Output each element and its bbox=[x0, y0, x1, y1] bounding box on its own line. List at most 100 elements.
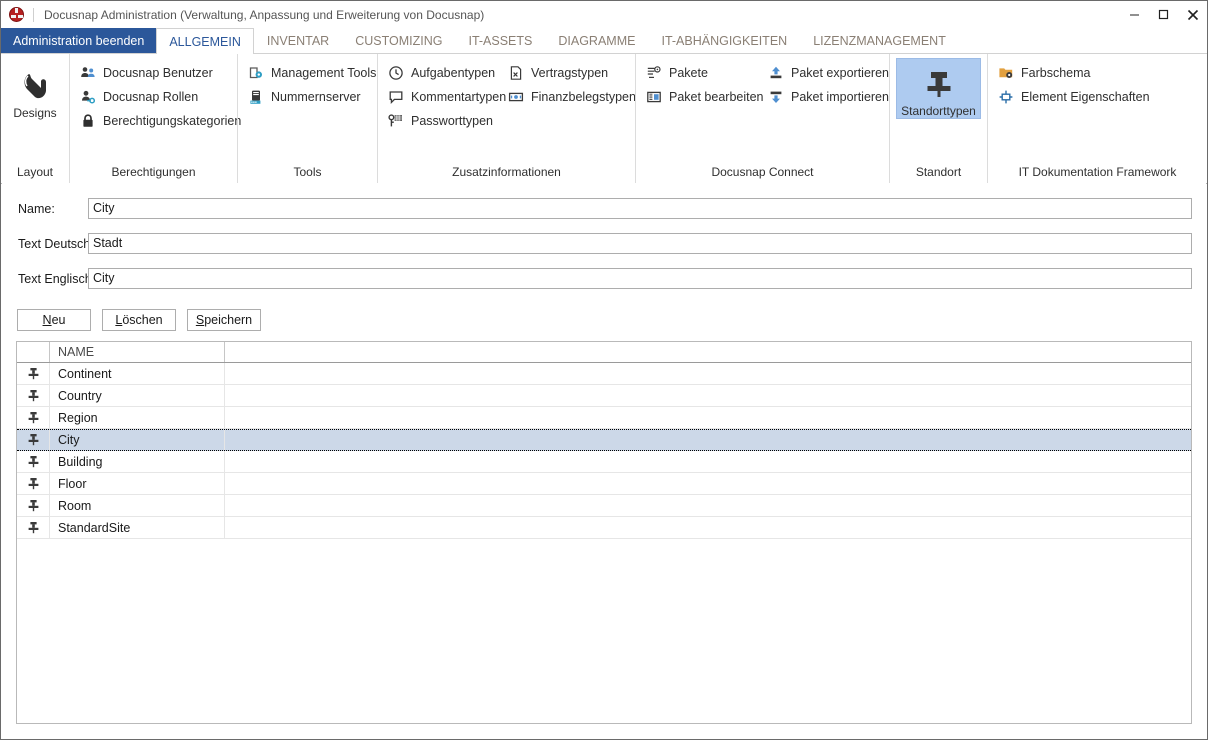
text-englisch-input[interactable] bbox=[88, 268, 1192, 289]
docusnap-benutzer-button[interactable]: Docusnap Benutzer bbox=[76, 61, 247, 85]
tab-customizing[interactable]: CUSTOMIZING bbox=[342, 28, 455, 53]
farbschema-button[interactable]: Farbschema bbox=[994, 61, 1156, 85]
aufgabentypen-button[interactable]: Aufgabentypen bbox=[384, 61, 504, 85]
loeschen-label-rest: öschen bbox=[122, 313, 163, 327]
tab-inventar[interactable]: INVENTAR bbox=[254, 28, 342, 53]
row-blank-cell bbox=[225, 407, 1191, 428]
user-key-icon bbox=[79, 88, 97, 106]
table-row[interactable]: Continent bbox=[17, 363, 1191, 385]
row-pushpin-icon bbox=[17, 407, 50, 428]
comment-icon bbox=[387, 88, 405, 106]
loeschen-button[interactable]: Löschen bbox=[102, 309, 176, 331]
ribbon-group-it-dokumentation-framework-label: IT Dokumentation Framework bbox=[1018, 165, 1177, 179]
row-name-cell: Country bbox=[50, 385, 225, 406]
tab-diagramme[interactable]: DIAGRAMME bbox=[545, 28, 648, 53]
contract-document-icon bbox=[507, 64, 525, 82]
tab-it-assets[interactable]: IT-ASSETS bbox=[455, 28, 545, 53]
tab-administration-beenden[interactable]: Administration beenden bbox=[1, 28, 157, 53]
number-server-icon bbox=[247, 88, 265, 106]
table-row[interactable]: Room bbox=[17, 495, 1191, 517]
grid-header-blank[interactable] bbox=[225, 342, 1191, 362]
row-blank-cell bbox=[225, 451, 1191, 472]
standorttypen-button[interactable]: Standorttypen bbox=[896, 58, 981, 119]
neu-button[interactable]: Neu bbox=[17, 309, 91, 331]
row-pushpin-icon bbox=[17, 430, 50, 450]
table-row[interactable]: StandardSite bbox=[17, 517, 1191, 539]
paket-exportieren-label: Paket exportieren bbox=[791, 66, 889, 80]
paket-bearbeiten-button[interactable]: Paket bearbeiten bbox=[642, 85, 764, 109]
passworttypen-label: Passworttypen bbox=[411, 114, 493, 128]
grid-header-indicator[interactable] bbox=[17, 342, 50, 362]
passworttypen-button[interactable]: Passworttypen bbox=[384, 109, 504, 133]
ribbon-group-it-dokumentation-framework: Farbschema Element Eigenschaften IT Doku… bbox=[987, 54, 1207, 183]
nummernserver-label: Nummernserver bbox=[271, 90, 361, 104]
speichern-accel: S bbox=[195, 313, 205, 327]
row-pushpin-icon bbox=[17, 363, 50, 384]
paket-exportieren-button[interactable]: Paket exportieren bbox=[764, 61, 894, 85]
paket-importieren-label: Paket importieren bbox=[791, 90, 889, 104]
title-bar: Docusnap Administration (Verwaltung, Anp… bbox=[1, 1, 1207, 28]
package-edit-icon bbox=[645, 88, 663, 106]
table-row[interactable]: Floor bbox=[17, 473, 1191, 495]
speichern-button[interactable]: Speichern bbox=[187, 309, 261, 331]
close-button[interactable] bbox=[1178, 1, 1207, 28]
berechtigungskategorien-button[interactable]: Berechtigungskategorien bbox=[76, 109, 247, 133]
form-row-text-englisch: Text Englisch: bbox=[2, 268, 1206, 289]
tools-gear-icon bbox=[247, 64, 265, 82]
row-pushpin-icon bbox=[17, 451, 50, 472]
ribbon-group-layout-label: Layout bbox=[16, 165, 54, 179]
finanzbelegstypen-button[interactable]: Finanzbelegstypen bbox=[504, 85, 636, 109]
ribbon-group-tools: Management Tools Nummernserver Tools bbox=[237, 54, 377, 183]
table-row-selected[interactable]: City bbox=[17, 429, 1191, 451]
element-eigenschaften-button[interactable]: Element Eigenschaften bbox=[994, 85, 1156, 109]
packages-gear-icon bbox=[645, 64, 663, 82]
nummernserver-button[interactable]: Nummernserver bbox=[244, 85, 382, 109]
tab-allgemein[interactable]: ALLGEMEIN bbox=[156, 28, 254, 54]
ribbon-group-docusnap-connect: Pakete Paket bearbeiten Paket exportiere… bbox=[635, 54, 889, 183]
ribbon-group-zusatzinformationen-label: Zusatzinformationen bbox=[452, 165, 561, 179]
ribbon-tab-strip: Administration beenden ALLGEMEIN INVENTA… bbox=[1, 28, 1207, 54]
form-button-row: Neu Löschen Speichern bbox=[17, 309, 261, 331]
grid-header-name[interactable]: NAME bbox=[50, 342, 225, 362]
table-row[interactable]: Country bbox=[17, 385, 1191, 407]
form-row-text-deutsch: Text Deutsch: bbox=[2, 233, 1206, 254]
tab-lizenzmanagement[interactable]: LIZENZMANAGEMENT bbox=[800, 28, 959, 53]
maximize-button[interactable] bbox=[1149, 1, 1178, 28]
vertragstypen-button[interactable]: Vertragstypen bbox=[504, 61, 636, 85]
standorttypen-label: Standorttypen bbox=[901, 104, 976, 118]
ribbon-group-docusnap-connect-label: Docusnap Connect bbox=[711, 165, 814, 179]
table-row[interactable]: Region bbox=[17, 407, 1191, 429]
row-pushpin-icon bbox=[17, 517, 50, 538]
docusnap-icon bbox=[9, 6, 26, 23]
minimize-button[interactable] bbox=[1120, 1, 1149, 28]
window-title: Docusnap Administration (Verwaltung, Anp… bbox=[44, 7, 485, 22]
clock-icon bbox=[387, 64, 405, 82]
tab-it-abhaengigkeiten[interactable]: IT-ABHÄNGIGKEITEN bbox=[648, 28, 800, 53]
paint-bucket-icon bbox=[18, 67, 52, 105]
color-scheme-icon bbox=[997, 64, 1015, 82]
text-englisch-label: Text Englisch: bbox=[18, 271, 96, 286]
ribbon-group-layout: Designs Layout bbox=[1, 54, 69, 183]
docusnap-rollen-label: Docusnap Rollen bbox=[103, 90, 199, 104]
download-arrow-icon bbox=[767, 88, 785, 106]
pakete-label: Pakete bbox=[669, 66, 708, 80]
neu-accel: N bbox=[42, 313, 52, 327]
application-window: Docusnap Administration (Verwaltung, Anp… bbox=[0, 0, 1208, 740]
speichern-label-rest: peichern bbox=[204, 313, 253, 327]
pakete-button[interactable]: Pakete bbox=[642, 61, 764, 85]
name-input[interactable] bbox=[88, 198, 1192, 219]
element-eigenschaften-label: Element Eigenschaften bbox=[1021, 90, 1150, 104]
kommentartypen-button[interactable]: Kommentartypen bbox=[384, 85, 506, 109]
management-tools-button[interactable]: Management Tools bbox=[244, 61, 382, 85]
content-panel: Name: Text Deutsch: Text Englisch: Neu L… bbox=[2, 183, 1206, 738]
row-blank-cell bbox=[225, 385, 1191, 406]
title-divider bbox=[33, 7, 34, 22]
text-deutsch-input[interactable] bbox=[88, 233, 1192, 254]
docusnap-rollen-button[interactable]: Docusnap Rollen bbox=[76, 85, 247, 109]
table-row[interactable]: Building bbox=[17, 451, 1191, 473]
name-label: Name: bbox=[18, 201, 55, 216]
ribbon-group-berechtigungen-label: Berechtigungen bbox=[111, 165, 196, 179]
paket-importieren-button[interactable]: Paket importieren bbox=[764, 85, 894, 109]
ribbon: Designs Layout Docusnap Benutzer Docusna… bbox=[1, 54, 1207, 184]
designs-button[interactable]: Designs bbox=[7, 61, 63, 120]
